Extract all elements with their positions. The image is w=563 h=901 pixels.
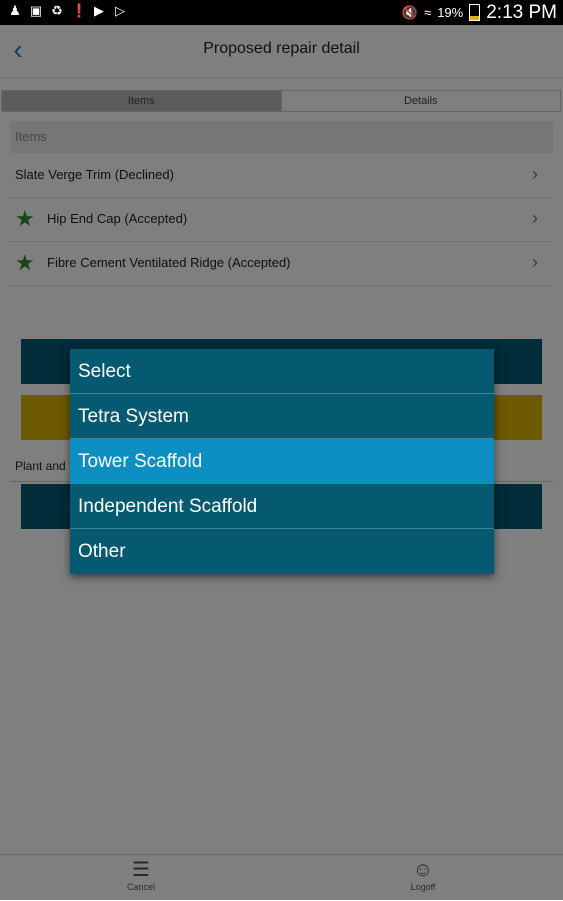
- dropdown-option-independent-scaffold[interactable]: Independent Scaffold: [70, 484, 494, 529]
- dropdown-option-other[interactable]: Other: [70, 529, 494, 574]
- dropdown-menu: Select Tetra System Tower Scaffold Indep…: [70, 349, 494, 574]
- play-store-notification-icon: ▶: [94, 3, 104, 18]
- alert-notification-icon: ❗: [71, 3, 88, 18]
- recycle-notification-icon: ♻: [51, 3, 63, 18]
- dropdown-option-tetra-system[interactable]: Tetra System: [70, 394, 494, 439]
- person-notification-icon: ♟: [9, 3, 21, 18]
- system-status: 🔇 ≈ 19% 2:13 PM: [402, 2, 557, 23]
- status-bar: ♟ ▣ ♻ ❗ ▶ ▷ 🔇 ≈ 19% 2:13 PM: [0, 0, 563, 25]
- battery-percent: 19%: [437, 5, 464, 20]
- image-notification-icon: ▣: [29, 3, 43, 18]
- play-store-notification-icon-2: ▷: [115, 3, 125, 18]
- mute-icon: 🔇: [401, 4, 419, 20]
- notification-icons: ♟ ▣ ♻ ❗ ▶ ▷: [8, 3, 127, 19]
- dropdown-option-select[interactable]: Select: [70, 349, 494, 394]
- wifi-icon: ≈: [424, 5, 432, 20]
- clock: 2:13 PM: [486, 2, 557, 23]
- dropdown-option-tower-scaffold[interactable]: Tower Scaffold: [70, 439, 494, 484]
- battery-icon: [469, 4, 481, 21]
